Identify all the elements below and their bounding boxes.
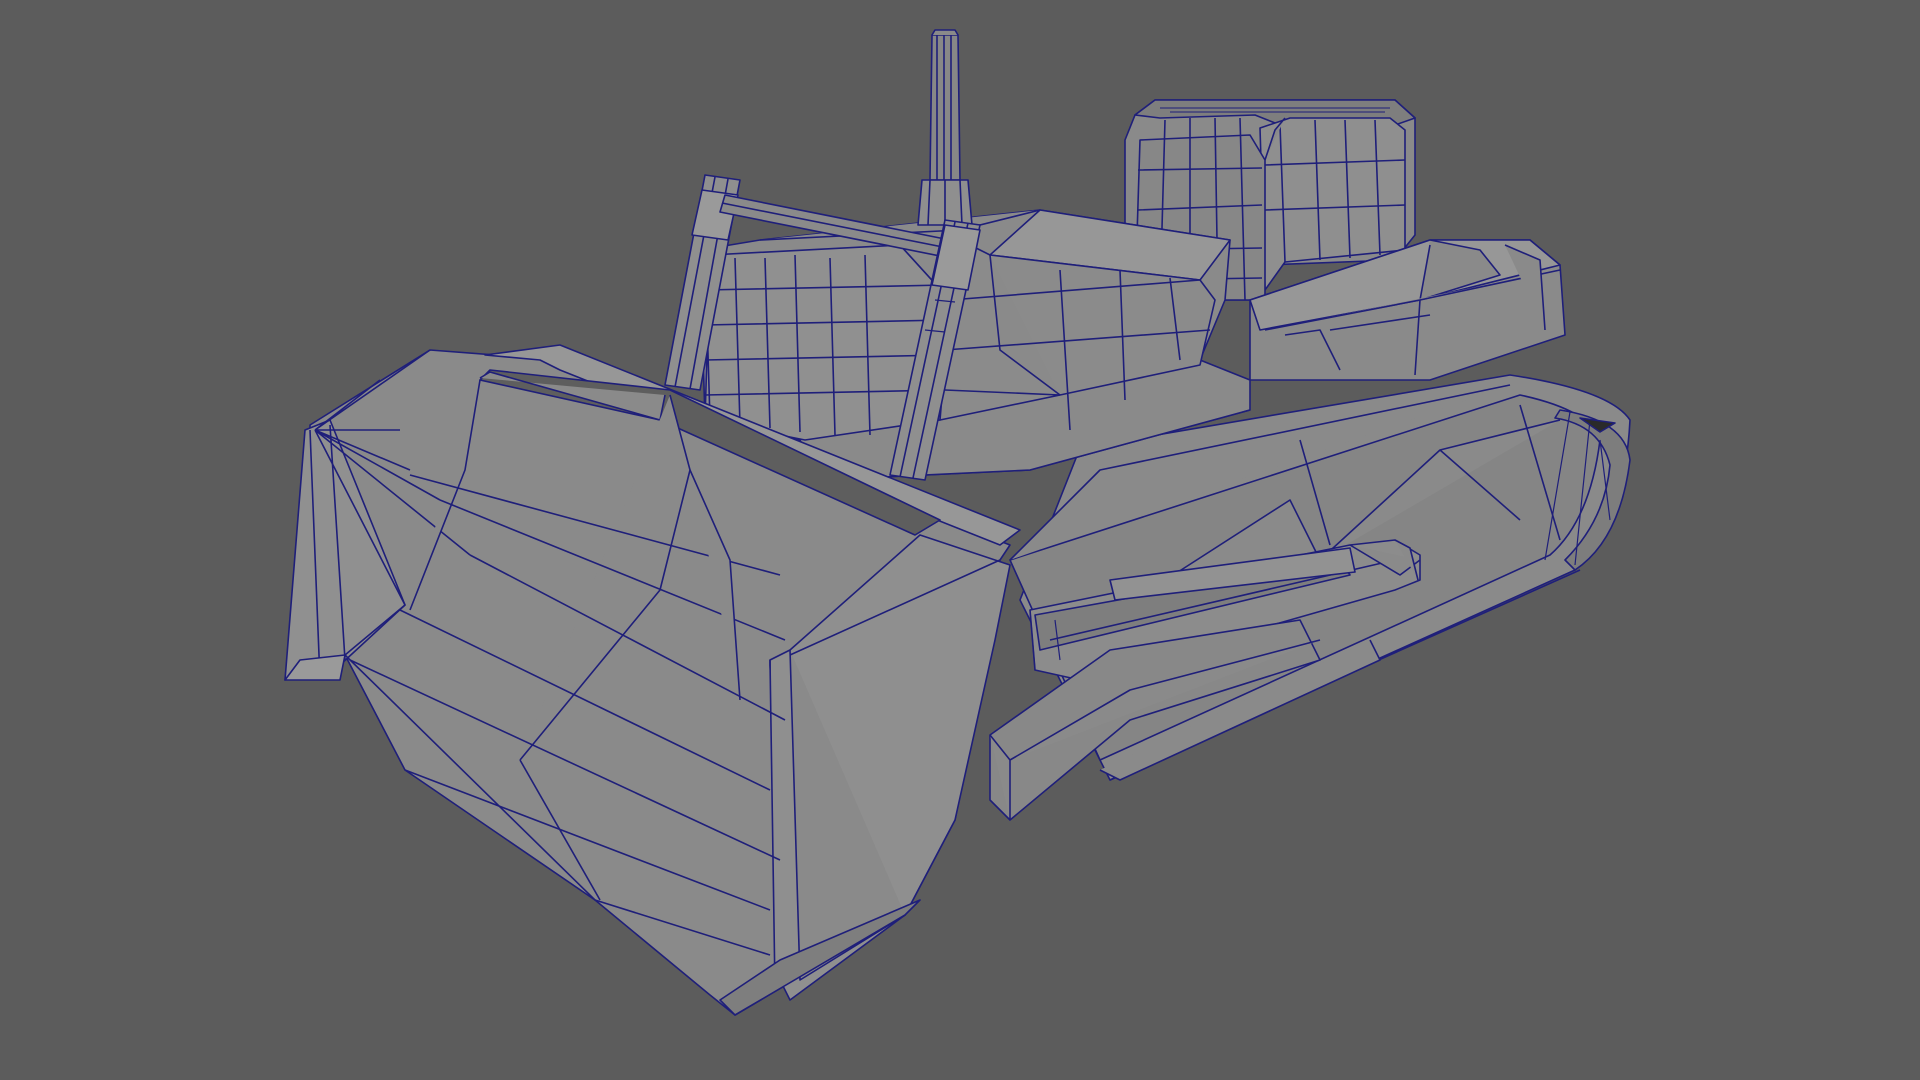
- viewport-canvas[interactable]: [0, 0, 1920, 1080]
- 3d-viewport[interactable]: [0, 0, 1920, 1080]
